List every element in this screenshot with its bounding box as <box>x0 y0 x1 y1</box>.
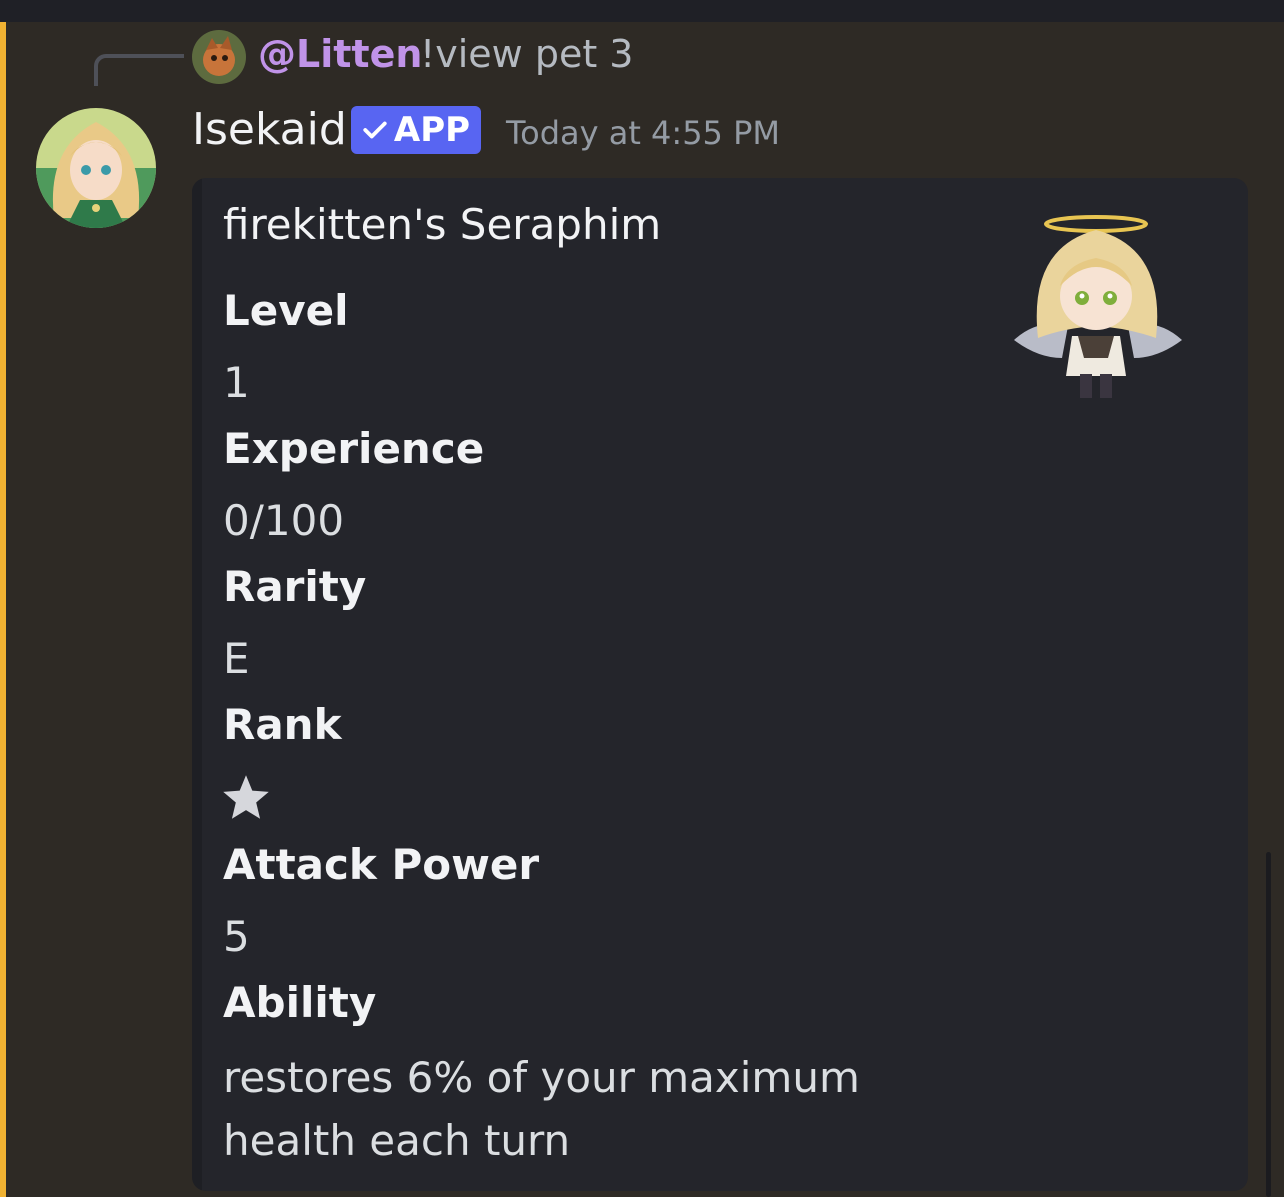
embed-title: firekitten's Seraphim <box>223 200 662 249</box>
embed-thumbnail[interactable] <box>1008 208 1188 404</box>
field-name-rank: Rank <box>223 700 342 749</box>
reply-avatar[interactable] <box>192 30 246 84</box>
reply-mention[interactable]: @Litten <box>258 32 422 76</box>
field-value-rarity: E <box>223 634 250 683</box>
field-name-experience: Experience <box>223 424 485 473</box>
field-name-level: Level <box>223 286 349 335</box>
mention-highlight-bar <box>0 22 6 1197</box>
field-name-attack-power: Attack Power <box>223 840 540 889</box>
field-value-experience: 0/100 <box>223 496 345 545</box>
author-avatar[interactable] <box>36 108 156 228</box>
field-name-ability: Ability <box>223 978 377 1027</box>
embed-accent-stripe <box>192 178 202 1191</box>
message-timestamp[interactable]: Today at 4:55 PM <box>506 114 780 152</box>
author-name[interactable]: Isekaid <box>192 104 347 155</box>
app-badge-label: APP <box>393 110 471 150</box>
field-value-ability: restores 6% of your maximum health each … <box>223 1053 860 1165</box>
field-value-attack-power: 5 <box>223 912 250 961</box>
checkmark-icon <box>363 121 387 139</box>
scrollbar[interactable] <box>1266 852 1271 1197</box>
reply-connector <box>94 54 184 86</box>
field-value-level: 1 <box>223 358 250 407</box>
app-badge: APP <box>351 106 481 154</box>
star-icon <box>220 772 272 824</box>
top-bar <box>0 0 1284 22</box>
field-name-rarity: Rarity <box>223 562 367 611</box>
reply-content[interactable]: !view pet 3 <box>420 32 633 76</box>
